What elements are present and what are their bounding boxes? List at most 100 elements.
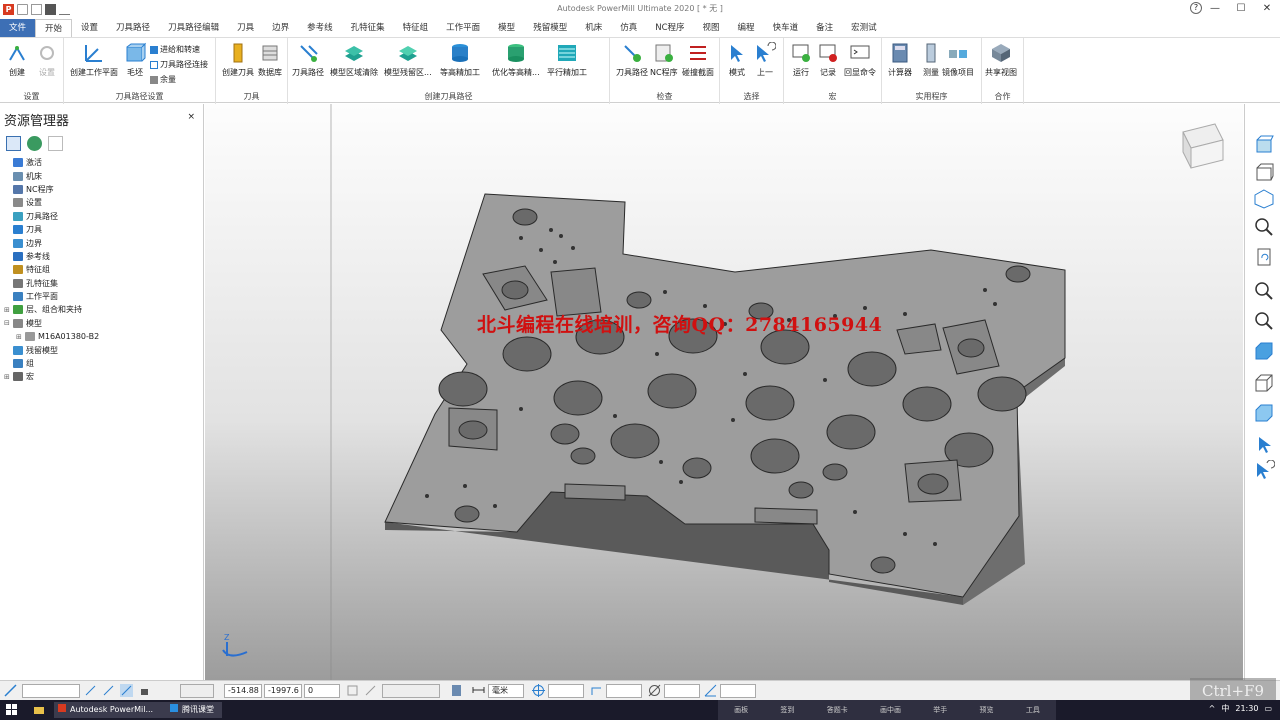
- tree-view-icon[interactable]: [6, 136, 21, 151]
- feeds-speeds-button[interactable]: 进给和转速: [150, 44, 200, 55]
- explorer-item[interactable]: 激活: [4, 156, 202, 169]
- minimize-button[interactable]: —: [1202, 0, 1228, 16]
- wireframe-view-icon[interactable]: [1253, 372, 1275, 394]
- ribbon-tab[interactable]: 刀具路径编辑: [159, 19, 228, 37]
- snap-point-icon[interactable]: [102, 684, 115, 697]
- optimised-constant-z-button[interactable]: 优化等高精...: [492, 42, 540, 78]
- classroom-menu-item[interactable]: 签到: [780, 705, 794, 715]
- classroom-menu-item[interactable]: 工具: [1026, 705, 1040, 715]
- expander-icon[interactable]: ⊟: [4, 319, 13, 327]
- ribbon-tab[interactable]: 视图: [694, 19, 729, 37]
- toolpath-button[interactable]: 刀具路径: [292, 42, 324, 78]
- windows-start-icon[interactable]: [6, 704, 17, 715]
- expander-icon[interactable]: ⊞: [4, 373, 13, 381]
- pick-icon[interactable]: [364, 684, 377, 697]
- mode-button[interactable]: 模式: [726, 42, 748, 78]
- ribbon-tab[interactable]: 快车道: [764, 19, 808, 37]
- ribbon-tab[interactable]: 设置: [72, 19, 107, 37]
- ribbon-tab[interactable]: 备注: [807, 19, 842, 37]
- ribbon-tab[interactable]: 残留模型: [524, 19, 576, 37]
- notification-icon[interactable]: ▭: [1264, 704, 1272, 713]
- graphics-viewport[interactable]: Z 北斗编程在线培训，咨询QQ：2784165944: [205, 104, 1243, 680]
- delete-icon[interactable]: [48, 136, 63, 151]
- ribbon-tab[interactable]: 模型: [489, 19, 524, 37]
- explorer-item[interactable]: ⊞ 层、组合和夹持: [4, 303, 202, 316]
- create-workplane-button[interactable]: 创建工作平面: [70, 42, 118, 78]
- collision-section-button[interactable]: 碰撞截面: [682, 42, 714, 78]
- ribbon-tab[interactable]: 开始: [35, 19, 73, 37]
- refresh-icon[interactable]: [1253, 246, 1275, 268]
- ribbon-tab[interactable]: 参考线: [298, 19, 342, 37]
- workplane-select[interactable]: [22, 684, 80, 698]
- explorer-item[interactable]: ⊟ 模型: [4, 317, 202, 330]
- explorer-item[interactable]: ⊞ 宏: [4, 370, 202, 383]
- zoom-icon[interactable]: [1253, 216, 1275, 238]
- taskbar-app-tencent[interactable]: 腾讯课堂: [166, 702, 222, 718]
- open-icon[interactable]: [17, 3, 28, 15]
- iso-view-2-icon[interactable]: [1253, 188, 1275, 210]
- angle-field[interactable]: [720, 684, 756, 698]
- cube-view-icon[interactable]: [1253, 402, 1275, 424]
- coordinate-x[interactable]: -514.88: [224, 684, 262, 698]
- measure-button[interactable]: 测量: [920, 42, 942, 78]
- tray-arrow-icon[interactable]: ^: [1209, 704, 1216, 713]
- explorer-item[interactable]: 工作平面: [4, 290, 202, 303]
- select-arrow-icon[interactable]: [1253, 434, 1275, 456]
- explorer-item[interactable]: 边界: [4, 236, 202, 249]
- calculator-button[interactable]: 计算器: [888, 42, 912, 78]
- clock[interactable]: 21:30: [1235, 704, 1258, 713]
- coordinate-z[interactable]: 0: [304, 684, 340, 698]
- view-cube[interactable]: [1182, 123, 1224, 169]
- model-canvas[interactable]: Z: [205, 104, 1243, 680]
- explorer-item[interactable]: 组: [4, 357, 202, 370]
- select-undo-icon[interactable]: [1253, 460, 1275, 482]
- save-icon[interactable]: [45, 3, 56, 15]
- shared-views-button[interactable]: 共享视图: [985, 42, 1017, 78]
- lock-icon[interactable]: [138, 684, 151, 697]
- constant-z-button[interactable]: 等高精加工: [440, 42, 480, 78]
- ribbon-tab[interactable]: 宏测试: [842, 19, 886, 37]
- snap-icon[interactable]: [84, 684, 97, 697]
- classroom-menu-item[interactable]: 预览: [980, 705, 994, 715]
- taskbar-app-powermill[interactable]: Autodesk PowerMil...: [54, 702, 166, 718]
- crosshair-icon[interactable]: [532, 684, 545, 697]
- explorer-item[interactable]: 残留模型: [4, 343, 202, 356]
- diameter-icon[interactable]: [648, 684, 661, 697]
- iso-view-icon[interactable]: [1253, 162, 1275, 184]
- expander-icon[interactable]: ⊞: [16, 333, 25, 341]
- create-tool-button[interactable]: 创建刀具: [222, 42, 254, 78]
- view-from-top-icon[interactable]: [1253, 134, 1275, 156]
- edit-icon[interactable]: [59, 4, 70, 15]
- explorer-item[interactable]: 刀具: [4, 223, 202, 236]
- explorer-item[interactable]: 孔特征集: [4, 277, 202, 290]
- stepover-icon[interactable]: [590, 684, 603, 697]
- stepover-field[interactable]: [606, 684, 642, 698]
- ribbon-tab[interactable]: 文件: [0, 19, 36, 37]
- toolpath-connections-button[interactable]: 刀具路径连接: [150, 59, 208, 70]
- classroom-menu-item[interactable]: 举手: [933, 705, 947, 715]
- zoom-out-icon[interactable]: [1253, 310, 1275, 332]
- ribbon-tab[interactable]: 边界: [263, 19, 298, 37]
- units-field[interactable]: 毫米: [488, 684, 524, 698]
- explorer-item[interactable]: NC程序: [4, 183, 202, 196]
- globe-icon[interactable]: [27, 136, 42, 151]
- explorer-item[interactable]: 特征组: [4, 263, 202, 276]
- snap-active-icon[interactable]: [120, 684, 133, 697]
- ribbon-tab[interactable]: 工作平面: [437, 19, 489, 37]
- ribbon-tab[interactable]: 机床: [576, 19, 611, 37]
- close-button[interactable]: ✕: [1254, 0, 1280, 16]
- mirror-item-button[interactable]: 镜像项目: [942, 42, 974, 78]
- database-button[interactable]: 数据库: [258, 42, 282, 78]
- explorer-item[interactable]: 参考线: [4, 250, 202, 263]
- model-rest-button[interactable]: 模型残留区...: [384, 42, 432, 78]
- classroom-menu-item[interactable]: 画板: [734, 705, 748, 715]
- ribbon-tab[interactable]: 特征组: [394, 19, 438, 37]
- zoom-to-fit-icon[interactable]: [1253, 280, 1275, 302]
- diameter-field[interactable]: [664, 684, 700, 698]
- echo-commands-button[interactable]: 回显命令: [844, 42, 876, 78]
- folder-icon[interactable]: [31, 3, 42, 15]
- shaded-view-icon[interactable]: [1253, 340, 1275, 362]
- angle-icon[interactable]: [704, 684, 717, 697]
- grid-icon[interactable]: [346, 684, 359, 697]
- explorer-item[interactable]: 刀具路径: [4, 210, 202, 223]
